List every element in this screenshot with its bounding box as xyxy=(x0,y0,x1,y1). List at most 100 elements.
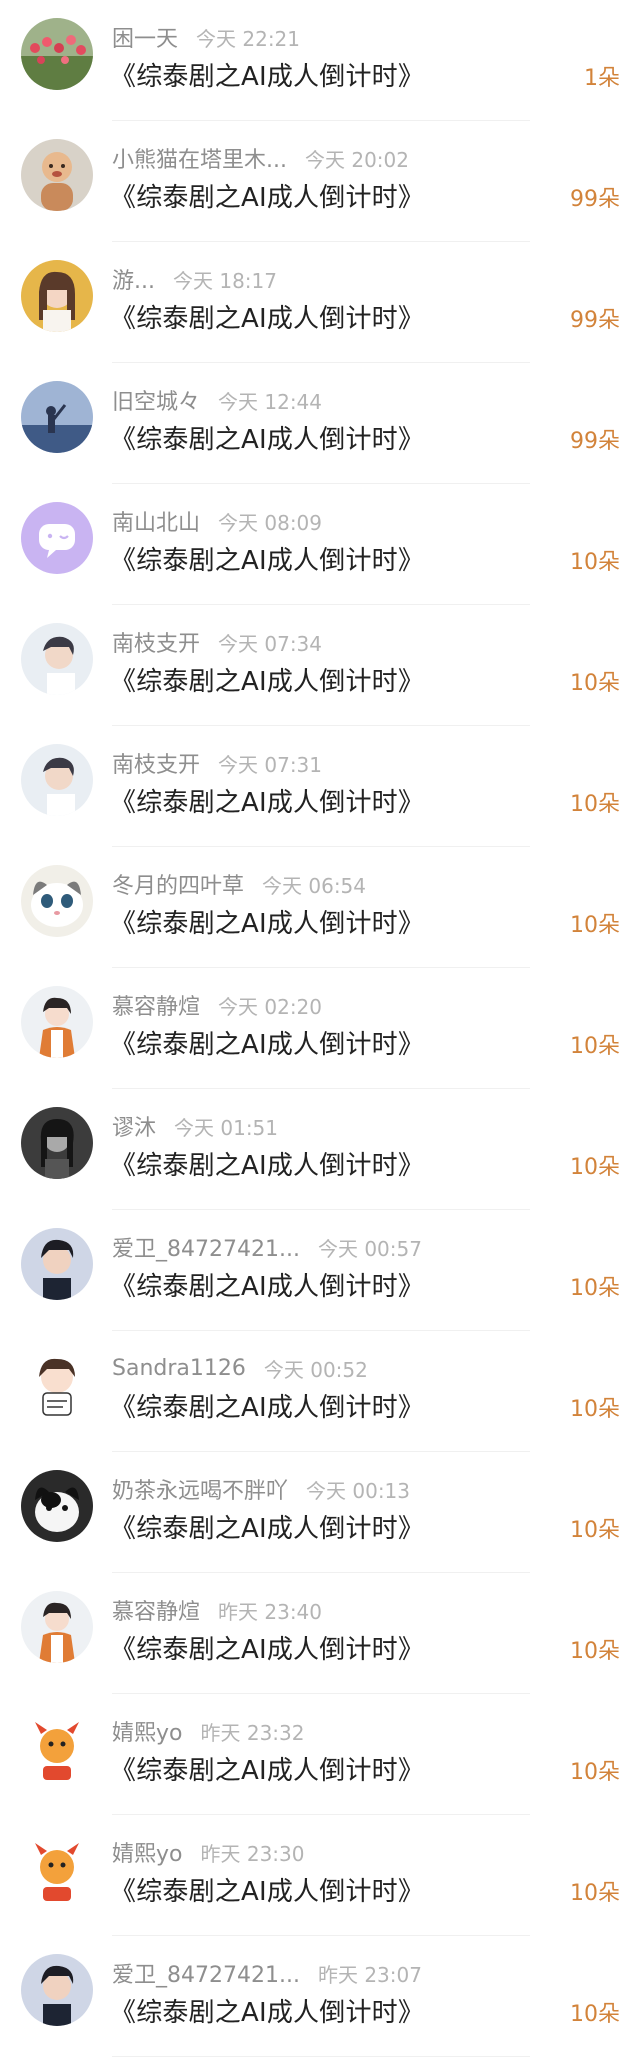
user-name[interactable]: Sandra1126 xyxy=(112,1356,246,1381)
list-item[interactable]: 慕容静煊 昨天 23:40 《综泰剧之AI成人倒计时》 10朵 xyxy=(0,1573,640,1694)
list-item[interactable]: 困一天 今天 22:21 《综泰剧之AI成人倒计时》 1朵 xyxy=(0,0,640,121)
work-title[interactable]: 《综泰剧之AI成人倒计时》 xyxy=(110,1750,424,1787)
winter-girl-avatar[interactable] xyxy=(21,1591,93,1663)
young-man-avatar[interactable] xyxy=(21,1954,93,2026)
name-line: 困一天 今天 22:21 xyxy=(112,21,300,53)
list-item[interactable]: 南枝支开 今天 07:34 《综泰剧之AI成人倒计时》 10朵 xyxy=(0,605,640,726)
list-item[interactable]: 谬沐 今天 01:51 《综泰剧之AI成人倒计时》 10朵 xyxy=(0,1089,640,1210)
gift-record-list: 困一天 今天 22:21 《综泰剧之AI成人倒计时》 1朵 小熊猫在塔里木...… xyxy=(0,0,640,2057)
user-name[interactable]: 南枝支开 xyxy=(112,747,200,779)
list-item[interactable]: 爱卫_84727421... 今天 00:57 《综泰剧之AI成人倒计时》 10… xyxy=(0,1210,640,1331)
user-name[interactable]: 谬沐 xyxy=(112,1110,156,1142)
cartoon-boy-avatar[interactable] xyxy=(21,1349,93,1421)
timestamp: 昨天 23:07 xyxy=(317,1962,422,1987)
user-name[interactable]: 婧熙yo xyxy=(112,1836,182,1868)
man-avatar[interactable] xyxy=(21,744,93,816)
timestamp: 今天 00:57 xyxy=(317,1236,422,1261)
timestamp: 昨天 23:40 xyxy=(218,1599,323,1624)
list-item[interactable]: 冬月的四叶草 今天 06:54 《综泰剧之AI成人倒计时》 10朵 xyxy=(0,847,640,968)
timestamp: 昨天 23:32 xyxy=(200,1720,305,1745)
work-title[interactable]: 《综泰剧之AI成人倒计时》 xyxy=(110,540,424,577)
user-name[interactable]: 奶茶永远喝不胖吖 xyxy=(112,1473,288,1505)
user-name[interactable]: 慕容静煊 xyxy=(112,1594,200,1626)
timestamp: 今天 07:34 xyxy=(218,631,323,656)
name-line: 游... 今天 18:17 xyxy=(112,263,277,295)
user-name[interactable]: 旧空城々 xyxy=(112,384,200,416)
dark-portrait-avatar[interactable] xyxy=(21,1107,93,1179)
name-line: 爱卫_84727421... 昨天 23:07 xyxy=(112,1957,422,1989)
child-avatar[interactable] xyxy=(21,139,93,211)
name-line: 谬沐 今天 01:51 xyxy=(112,1110,278,1142)
dragon-avatar[interactable] xyxy=(21,1833,93,1905)
work-title[interactable]: 《综泰剧之AI成人倒计时》 xyxy=(110,661,424,698)
timestamp: 今天 02:20 xyxy=(218,994,323,1019)
user-name[interactable]: 南枝支开 xyxy=(112,626,200,658)
flower-count: 10朵 xyxy=(570,1034,620,1059)
list-item[interactable]: 小熊猫在塔里木... 今天 20:02 《综泰剧之AI成人倒计时》 99朵 xyxy=(0,121,640,242)
cat-avatar[interactable] xyxy=(21,865,93,937)
work-title[interactable]: 《综泰剧之AI成人倒计时》 xyxy=(110,1266,424,1303)
man-avatar[interactable] xyxy=(21,623,93,695)
black-white-cat-avatar[interactable] xyxy=(21,1470,93,1542)
work-title[interactable]: 《综泰剧之AI成人倒计时》 xyxy=(110,903,424,940)
user-name[interactable]: 爱卫_84727421... xyxy=(112,1231,300,1263)
work-title[interactable]: 《综泰剧之AI成人倒计时》 xyxy=(110,1024,424,1061)
list-item[interactable]: 奶茶永远喝不胖吖 今天 00:13 《综泰剧之AI成人倒计时》 10朵 xyxy=(0,1452,640,1573)
sky-avatar[interactable] xyxy=(21,381,93,453)
name-line: 婧熙yo 昨天 23:32 xyxy=(112,1715,305,1747)
flower-count: 99朵 xyxy=(570,308,620,333)
flower-count: 10朵 xyxy=(570,913,620,938)
work-title[interactable]: 《综泰剧之AI成人倒计时》 xyxy=(110,1992,424,2029)
work-title[interactable]: 《综泰剧之AI成人倒计时》 xyxy=(110,1871,424,1908)
user-name[interactable]: 游... xyxy=(112,263,155,295)
list-item[interactable]: 南山北山 今天 08:09 《综泰剧之AI成人倒计时》 10朵 xyxy=(0,484,640,605)
name-line: 爱卫_84727421... 今天 00:57 xyxy=(112,1231,422,1263)
user-name[interactable]: 小熊猫在塔里木... xyxy=(112,142,287,174)
default-avatar[interactable] xyxy=(21,502,93,574)
user-name[interactable]: 爱卫_84727421... xyxy=(112,1957,300,1989)
user-name[interactable]: 慕容静煊 xyxy=(112,989,200,1021)
name-line: 慕容静煊 昨天 23:40 xyxy=(112,1594,323,1626)
name-line: 南山北山 今天 08:09 xyxy=(112,505,322,537)
list-item[interactable]: 婧熙yo 昨天 23:30 《综泰剧之AI成人倒计时》 10朵 xyxy=(0,1815,640,1936)
work-title[interactable]: 《综泰剧之AI成人倒计时》 xyxy=(110,1145,424,1182)
flower-count: 10朵 xyxy=(570,792,620,817)
name-line: 婧熙yo 昨天 23:30 xyxy=(112,1836,304,1868)
list-item[interactable]: 慕容静煊 今天 02:20 《综泰剧之AI成人倒计时》 10朵 xyxy=(0,968,640,1089)
flower-count: 10朵 xyxy=(570,671,620,696)
winter-girl-avatar[interactable] xyxy=(21,986,93,1058)
flower-count: 10朵 xyxy=(570,1881,620,1906)
user-name[interactable]: 南山北山 xyxy=(112,505,200,537)
user-name[interactable]: 婧熙yo xyxy=(112,1715,182,1747)
young-man-avatar[interactable] xyxy=(21,1228,93,1300)
work-title[interactable]: 《综泰剧之AI成人倒计时》 xyxy=(110,1508,424,1545)
work-title[interactable]: 《综泰剧之AI成人倒计时》 xyxy=(110,298,424,335)
work-title[interactable]: 《综泰剧之AI成人倒计时》 xyxy=(110,782,424,819)
flower-count: 10朵 xyxy=(570,1397,620,1422)
list-item[interactable]: 婧熙yo 昨天 23:32 《综泰剧之AI成人倒计时》 10朵 xyxy=(0,1694,640,1815)
flower-count: 10朵 xyxy=(570,2002,620,2027)
name-line: 南枝支开 今天 07:31 xyxy=(112,747,323,779)
timestamp: 今天 06:54 xyxy=(262,873,367,898)
list-item[interactable]: 南枝支开 今天 07:31 《综泰剧之AI成人倒计时》 10朵 xyxy=(0,726,640,847)
flower-count: 10朵 xyxy=(570,1639,620,1664)
dragon-avatar[interactable] xyxy=(21,1712,93,1784)
work-title[interactable]: 《综泰剧之AI成人倒计时》 xyxy=(110,419,424,456)
work-title[interactable]: 《综泰剧之AI成人倒计时》 xyxy=(110,177,424,214)
girl-avatar[interactable] xyxy=(21,260,93,332)
work-title[interactable]: 《综泰剧之AI成人倒计时》 xyxy=(110,56,424,93)
user-name[interactable]: 困一天 xyxy=(112,21,178,53)
divider xyxy=(112,2056,530,2057)
work-title[interactable]: 《综泰剧之AI成人倒计时》 xyxy=(110,1387,424,1424)
flowers-avatar[interactable] xyxy=(21,18,93,90)
list-item[interactable]: Sandra1126 今天 00:52 《综泰剧之AI成人倒计时》 10朵 xyxy=(0,1331,640,1452)
list-item[interactable]: 爱卫_84727421... 昨天 23:07 《综泰剧之AI成人倒计时》 10… xyxy=(0,1936,640,2057)
timestamp: 今天 07:31 xyxy=(218,752,323,777)
user-name[interactable]: 冬月的四叶草 xyxy=(112,868,244,900)
list-item[interactable]: 游... 今天 18:17 《综泰剧之AI成人倒计时》 99朵 xyxy=(0,242,640,363)
timestamp: 今天 00:52 xyxy=(263,1357,368,1382)
flower-count: 99朵 xyxy=(570,187,620,212)
work-title[interactable]: 《综泰剧之AI成人倒计时》 xyxy=(110,1629,424,1666)
list-item[interactable]: 旧空城々 今天 12:44 《综泰剧之AI成人倒计时》 99朵 xyxy=(0,363,640,484)
name-line: 南枝支开 今天 07:34 xyxy=(112,626,323,658)
